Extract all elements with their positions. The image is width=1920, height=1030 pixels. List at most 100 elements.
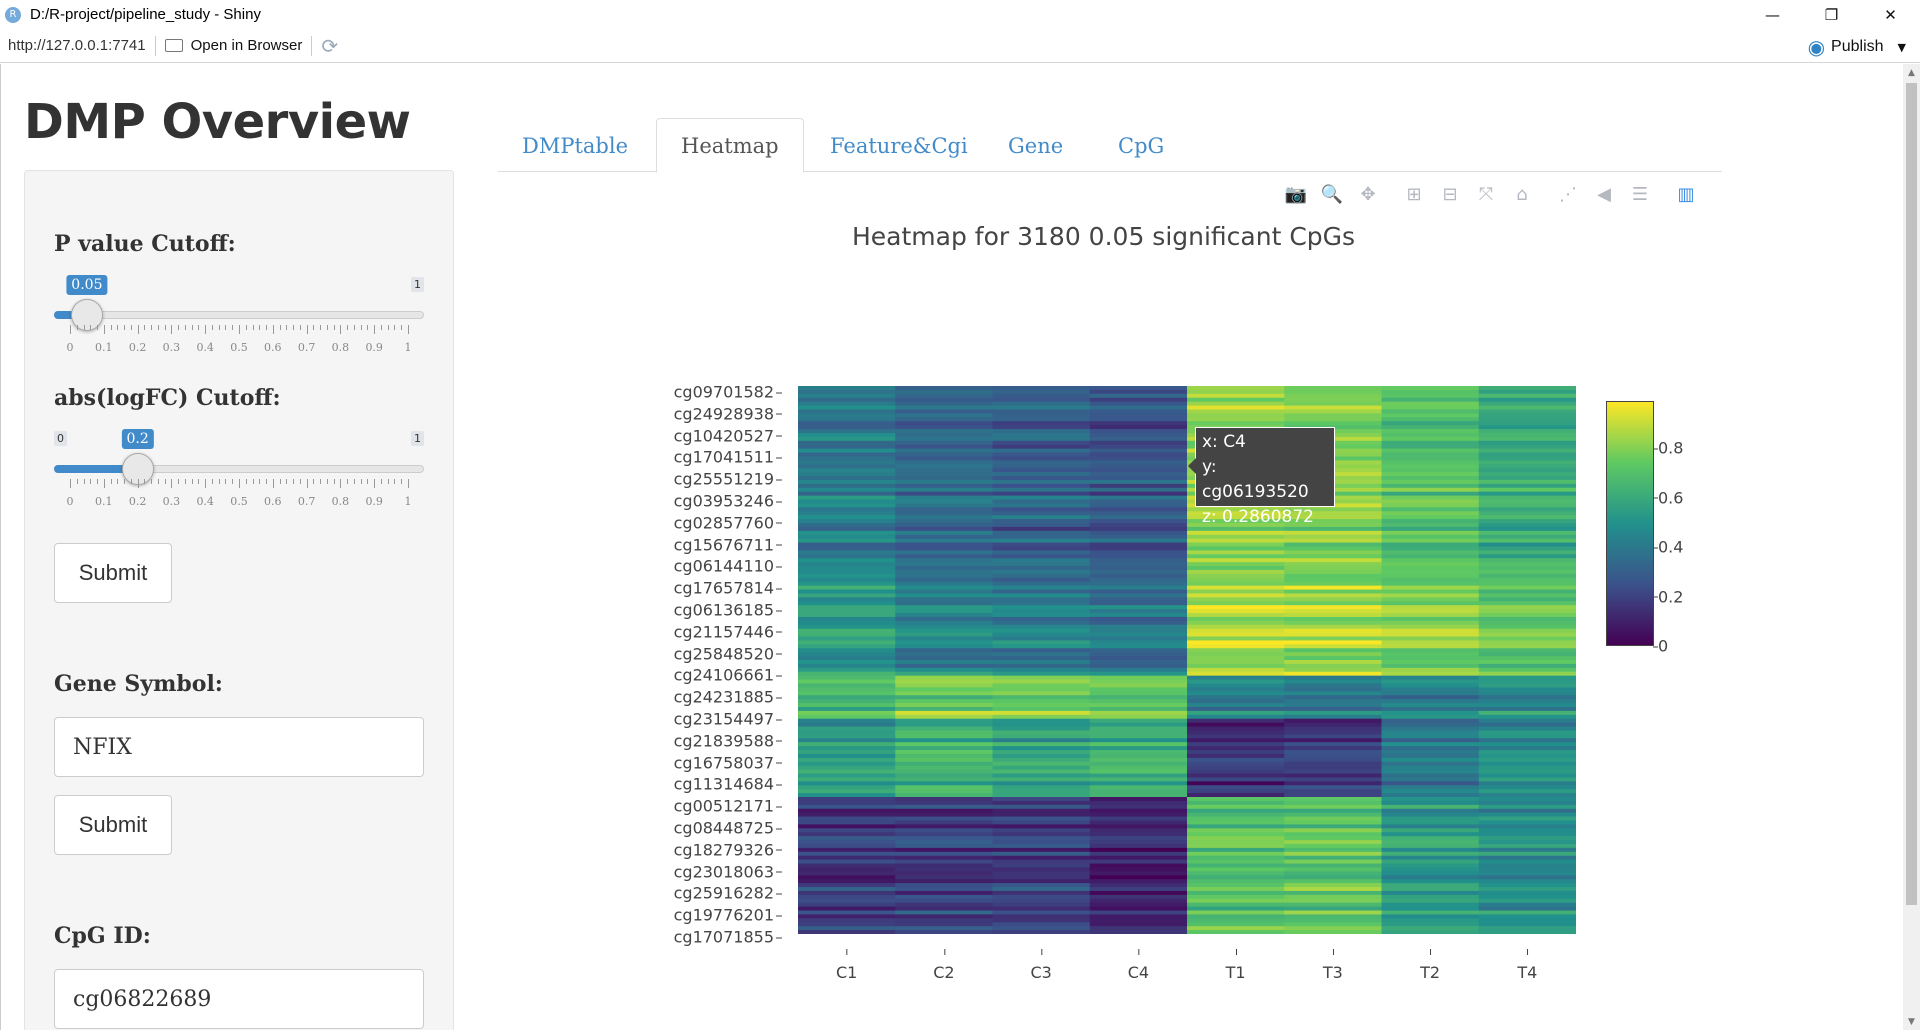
heatmap-cell[interactable] — [1381, 526, 1480, 532]
heatmap-cell[interactable] — [1478, 421, 1576, 426]
heatmap-cell[interactable] — [992, 436, 1091, 442]
heatmap-cell[interactable] — [1381, 718, 1480, 724]
heatmap-cell[interactable] — [992, 898, 1091, 904]
heatmap-cell[interactable] — [1089, 930, 1188, 934]
heatmap-cell[interactable] — [992, 879, 1091, 884]
heatmap-cell[interactable] — [1381, 613, 1480, 618]
heatmap-cell[interactable] — [1381, 530, 1480, 536]
heatmap-cell[interactable] — [1381, 769, 1480, 775]
heatmap-cell[interactable] — [1284, 644, 1382, 649]
heatmap-cell[interactable] — [1381, 761, 1480, 767]
heatmap-cell[interactable] — [1089, 718, 1188, 724]
heatmap-cell[interactable] — [1478, 507, 1576, 512]
heatmap-cell[interactable] — [1089, 742, 1188, 747]
heatmap-cell[interactable] — [1478, 906, 1576, 912]
heatmap-cell[interactable] — [1478, 804, 1576, 810]
heatmap-cell[interactable] — [1187, 652, 1285, 657]
heatmap-cell[interactable] — [1089, 550, 1188, 555]
heatmap-cell[interactable] — [1381, 546, 1480, 551]
heatmap-cell[interactable] — [992, 836, 1091, 841]
logfc-slider[interactable]: 0 1 0.2 0 0.1 0.2 0.3 0.4 0.5 0.6 0.7 0.8 0.9 1 — [54, 429, 424, 511]
heatmap-cell[interactable] — [992, 910, 1091, 915]
heatmap-cell[interactable] — [992, 440, 1091, 446]
heatmap-cell[interactable] — [1381, 554, 1480, 559]
heatmap-cell[interactable] — [1187, 597, 1285, 602]
heatmap-cell[interactable] — [895, 519, 993, 524]
heatmap-cell[interactable] — [1478, 922, 1576, 927]
heatmap-cell[interactable] — [798, 468, 896, 473]
heatmap-cell[interactable] — [895, 483, 993, 489]
heatmap-cell[interactable] — [798, 401, 896, 407]
heatmap-cell[interactable] — [1089, 534, 1188, 540]
heatmap-cell[interactable] — [992, 781, 1091, 786]
heatmap-cell[interactable] — [1478, 691, 1576, 696]
heatmap-cell[interactable] — [1284, 773, 1382, 778]
heatmap-cell[interactable] — [1284, 883, 1382, 888]
heatmap-cell[interactable] — [798, 879, 896, 884]
heatmap-cell[interactable] — [895, 679, 993, 684]
heatmap-cell[interactable] — [1381, 523, 1480, 528]
heatmap-cell[interactable] — [1187, 890, 1285, 896]
heatmap-cell[interactable] — [1284, 777, 1382, 782]
heatmap-cell[interactable] — [895, 613, 993, 618]
heatmap-cell[interactable] — [798, 894, 896, 900]
heatmap-cell[interactable] — [1284, 585, 1382, 591]
heatmap-cell[interactable] — [1381, 542, 1480, 547]
heatmap-cell[interactable] — [1089, 601, 1188, 606]
heatmap-cell[interactable] — [1381, 597, 1480, 602]
heatmap-cell[interactable] — [798, 405, 896, 410]
heatmap-cell[interactable] — [1089, 730, 1188, 735]
heatmap-cell[interactable] — [1284, 409, 1382, 414]
heatmap-cell[interactable] — [1089, 417, 1188, 422]
heatmap-cell[interactable] — [1089, 409, 1188, 414]
heatmap-cell[interactable] — [1381, 389, 1480, 395]
heatmap-cell[interactable] — [1284, 597, 1382, 602]
heatmap-cell[interactable] — [1089, 687, 1188, 692]
heatmap-cell[interactable] — [1187, 894, 1285, 900]
heatmap-cell[interactable] — [992, 867, 1091, 872]
heatmap-cell[interactable] — [992, 730, 1091, 735]
heatmap-cell[interactable] — [1284, 914, 1382, 919]
heatmap-cell[interactable] — [1187, 883, 1285, 888]
heatmap-cell[interactable] — [992, 554, 1091, 559]
heatmap-cell[interactable] — [992, 816, 1091, 821]
heatmap-cell[interactable] — [992, 464, 1091, 469]
heatmap-cell[interactable] — [1381, 726, 1480, 731]
heatmap-cell[interactable] — [1478, 448, 1576, 454]
heatmap-cell[interactable] — [1187, 793, 1285, 798]
heatmap-cell[interactable] — [992, 777, 1091, 782]
heatmap-cell[interactable] — [895, 616, 993, 622]
heatmap-cell[interactable] — [1089, 753, 1188, 759]
heatmap-cell[interactable] — [1284, 640, 1382, 645]
heatmap-cell[interactable] — [1478, 573, 1576, 579]
heatmap-cell[interactable] — [1187, 746, 1285, 751]
heatmap-cell[interactable] — [1381, 777, 1480, 782]
heatmap-cell[interactable] — [1478, 417, 1576, 422]
heatmap-cell[interactable] — [798, 566, 896, 571]
heatmap-cell[interactable] — [992, 750, 1091, 755]
heatmap-cell[interactable] — [1478, 620, 1576, 626]
heatmap-cell[interactable] — [1381, 832, 1480, 837]
heatmap-cell[interactable] — [1381, 538, 1480, 544]
heatmap-cell[interactable] — [992, 569, 1091, 575]
heatmap-cell[interactable] — [992, 605, 1091, 610]
heatmap-cell[interactable] — [1284, 828, 1382, 833]
heatmap-cell[interactable] — [1089, 648, 1188, 653]
heatmap-cell[interactable] — [1284, 714, 1382, 720]
heatmap-cell[interactable] — [895, 546, 993, 551]
heatmap-cell[interactable] — [1187, 538, 1285, 544]
heatmap-cell[interactable] — [1187, 632, 1285, 638]
heatmap-cell[interactable] — [1478, 386, 1576, 391]
heatmap-cell[interactable] — [798, 871, 896, 876]
heatmap-cell[interactable] — [798, 847, 896, 853]
heatmap-cell[interactable] — [895, 894, 993, 900]
heatmap-cell[interactable] — [1187, 393, 1285, 399]
heatmap-cell[interactable] — [1478, 675, 1576, 681]
heatmap-cell[interactable] — [1284, 738, 1382, 743]
heatmap-cell[interactable] — [1284, 558, 1382, 563]
heatmap-cell[interactable] — [895, 401, 993, 407]
heatmap-cell[interactable] — [1187, 530, 1285, 536]
heatmap-cell[interactable] — [1478, 879, 1576, 884]
heatmap-cell[interactable] — [1089, 468, 1188, 473]
heatmap-cell[interactable] — [992, 468, 1091, 473]
